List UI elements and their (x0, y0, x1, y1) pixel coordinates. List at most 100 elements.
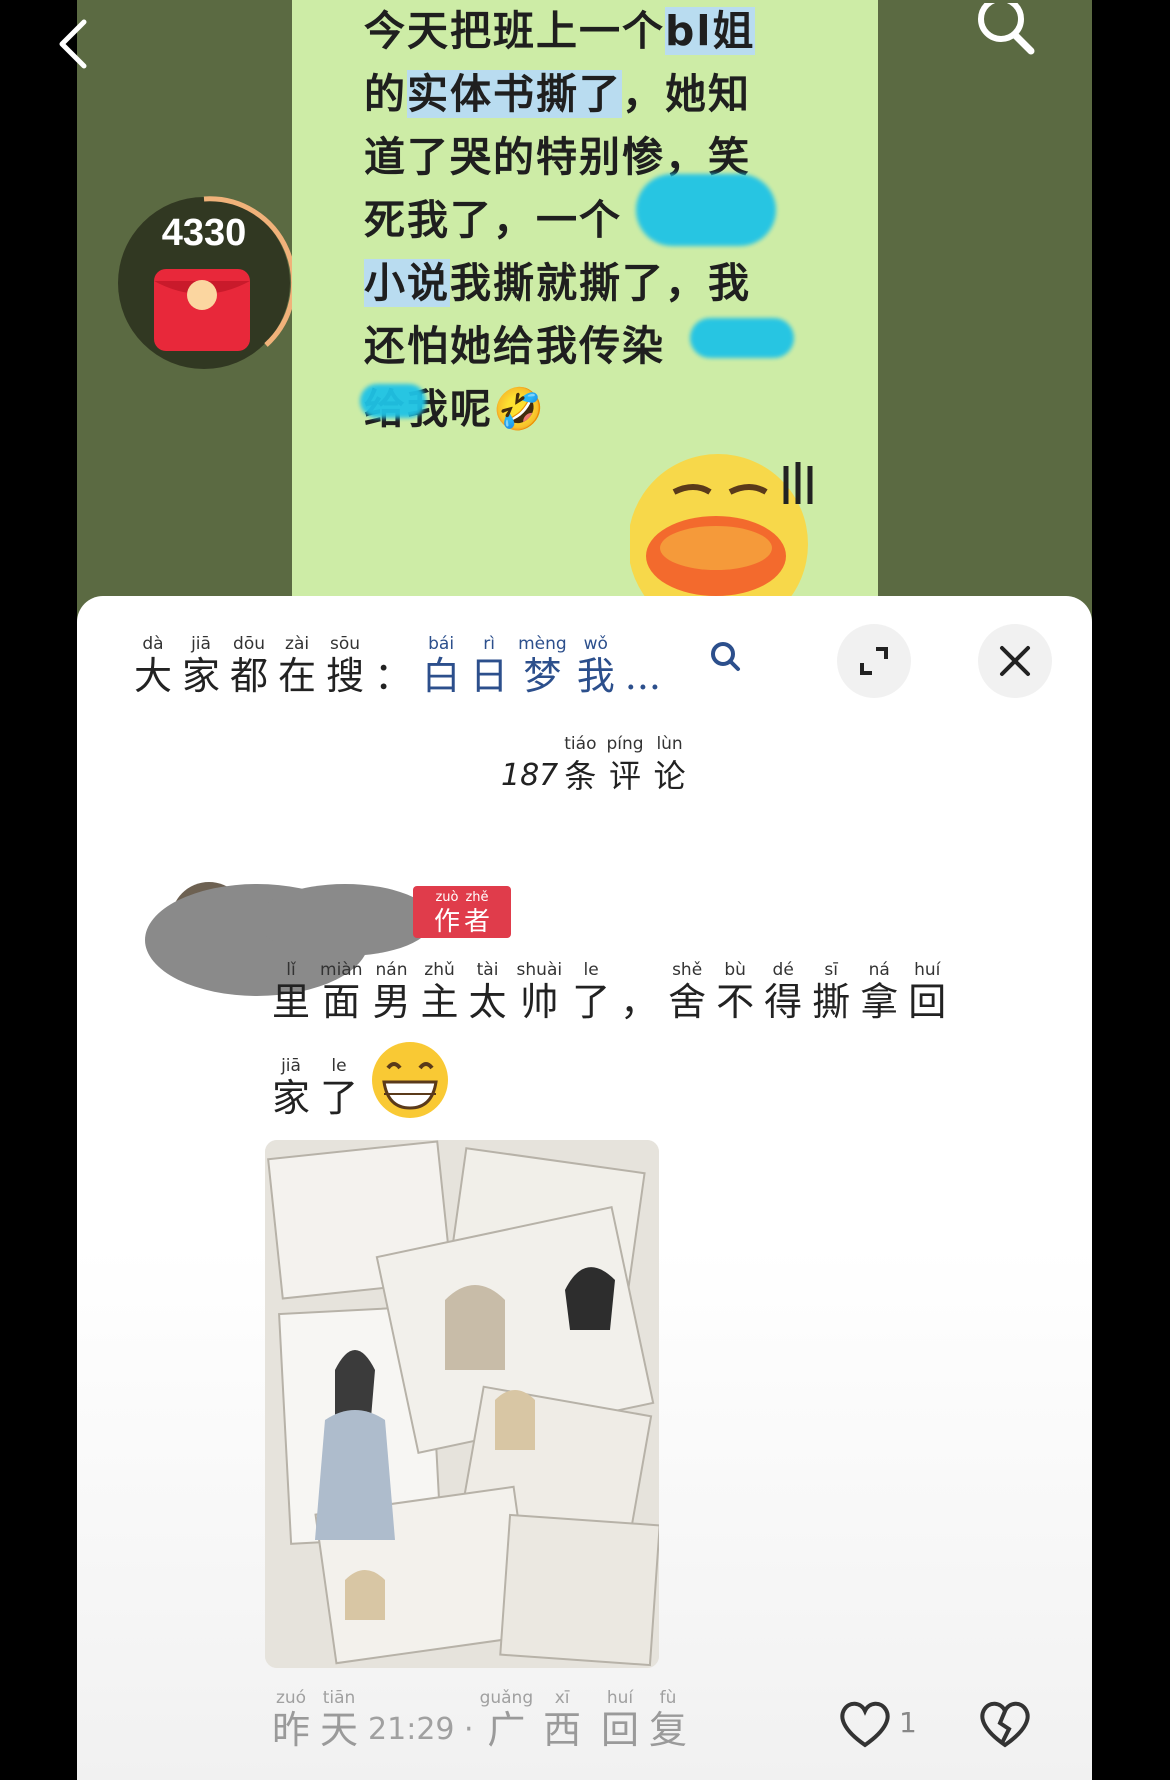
comment-char: ná 拿 (860, 960, 898, 1024)
search-ellipsis: ... (624, 654, 661, 698)
hanzi: 里 (272, 980, 311, 1024)
hanzi: 条 (564, 757, 597, 795)
pinyin: miàn (320, 960, 363, 980)
search-label-char: zài 在 (278, 634, 316, 698)
close-button[interactable] (978, 624, 1052, 698)
hanzi: 在 (278, 654, 317, 698)
close-icon (1000, 646, 1030, 676)
comment-char: le 了 (572, 960, 610, 1024)
expand-button[interactable] (837, 624, 911, 698)
hanzi: 都 (230, 654, 269, 698)
hanzi: 舍 (668, 980, 707, 1024)
comment-meta: zuó 昨 tiān 天 21:29 · guǎng 广 xī 西 (272, 1688, 591, 1752)
pinyin: nán (375, 960, 408, 980)
comment-char: jiā 家 (272, 1056, 310, 1120)
pinyin: zhǔ (424, 960, 455, 980)
pinyin: huí (914, 960, 941, 980)
location-char: xī 西 (543, 1688, 581, 1752)
comment-count-label-char: píng 评 (606, 734, 643, 798)
duck-emoji-sticker (630, 454, 813, 602)
reply-button[interactable]: huí 回 fù 复 (601, 1688, 697, 1752)
reply-char: huí 回 (601, 1688, 639, 1752)
pinyin: jiā (191, 634, 211, 654)
hanzi: 拿 (860, 980, 899, 1024)
comment-count-label-char: lùn 论 (654, 734, 686, 798)
author-badge: zuò 作 zhě 者 (413, 886, 511, 938)
pinyin: guǎng (479, 1688, 534, 1708)
hanzi: 天 (320, 1708, 359, 1752)
dislike-button[interactable] (975, 1694, 1035, 1754)
hanzi: 复 (649, 1708, 688, 1752)
search-icon (978, 3, 1035, 55)
hanzi: 西 (543, 1708, 582, 1752)
pinyin: bù (724, 960, 746, 980)
comment-char: ， (620, 960, 658, 1024)
search-query-char: bái 白 (422, 634, 460, 698)
time-char: tiān 天 (320, 1688, 358, 1752)
hanzi: 不 (716, 980, 755, 1024)
hanzi: 家 (272, 1076, 311, 1120)
pinyin: zuò (435, 890, 459, 905)
broken-heart-icon (980, 1701, 1030, 1748)
censor-scribble (636, 174, 776, 246)
torn-manga-pages-photo (265, 1140, 659, 1668)
search-query-char: rì 日 (470, 634, 508, 698)
pinyin: ná (868, 960, 890, 980)
hanzi: 梦 (523, 654, 562, 698)
hanzi: 我 (576, 654, 615, 698)
hanzi: 日 (470, 654, 509, 698)
hanzi: 得 (764, 980, 803, 1024)
comment-text-line-2: jiā 家 le 了 (272, 1040, 450, 1120)
hanzi: 评 (609, 757, 642, 795)
search-icon[interactable] (709, 640, 743, 674)
censor-scribble (690, 318, 794, 358)
hanzi: 大 (134, 654, 173, 698)
search-label-char: sōu 搜 (326, 634, 364, 698)
comment-char: shuài 帅 (517, 960, 563, 1024)
comment-char: lǐ 里 (272, 960, 310, 1024)
pinyin: huí (606, 1688, 634, 1708)
like-count: 1 (899, 1706, 917, 1739)
pinyin: lǐ (286, 960, 296, 980)
search-colon: ： (374, 654, 413, 698)
pinyin: zài (285, 634, 310, 654)
pinyin: wǒ (583, 634, 608, 654)
search-label-char: jiā 家 (182, 634, 220, 698)
pinyin: lùn (656, 734, 683, 754)
comment-count-number: 187 (501, 758, 559, 793)
pinyin: tài (476, 960, 499, 980)
back-button[interactable] (48, 14, 98, 74)
pinyin: dé (772, 960, 794, 980)
comment-image[interactable] (265, 1140, 659, 1668)
comments-sheet: dà 大 jiā 家 dōu 都 zài 在 sōu 搜： bái 白 rì 日 mèng 梦 wǒ 我... 1… (77, 596, 1092, 1780)
highlighted-text: 小说 (364, 259, 450, 307)
hanzi: 帅 (520, 980, 559, 1024)
pinyin: tiān (322, 1688, 356, 1708)
hanzi: 撕 (812, 980, 851, 1024)
comment-char: sī 撕 (812, 960, 850, 1024)
hanzi: 了 (572, 980, 611, 1024)
pinyin: tiáo (564, 734, 597, 754)
search-query-char: mèng 梦 (518, 634, 567, 698)
author-badge-char: zuò 作 (434, 890, 460, 938)
note-line: 今天把班上一个bl姐 (364, 7, 756, 55)
pinyin: le (583, 960, 599, 980)
hanzi: 昨 (272, 1708, 311, 1752)
pinyin: zhě (465, 890, 489, 905)
censor-scribble (360, 384, 426, 418)
comment-char: shě 舍 (668, 960, 706, 1024)
hanzi: ， (620, 980, 659, 1024)
like-button[interactable] (835, 1694, 895, 1754)
top-search-button[interactable] (965, 0, 1045, 62)
hanzi: 广 (487, 1708, 526, 1752)
grinning-emoji (372, 1042, 449, 1118)
hanzi: 主 (420, 980, 459, 1024)
comment-count-title: 187 tiáo 条 píng 评 lùn 论 (501, 734, 696, 798)
chevron-left-icon (59, 19, 87, 69)
search-query-char: wǒ 我 (577, 634, 615, 698)
pinyin: dōu (233, 634, 266, 654)
hanzi: 面 (322, 980, 361, 1024)
pinyin: sī (824, 960, 838, 980)
suggested-search-bar[interactable]: dà 大 jiā 家 dōu 都 zài 在 sōu 搜： bái 白 rì 日 mèng 梦 wǒ 我... (134, 634, 671, 698)
hanzi: 回 (908, 980, 947, 1024)
